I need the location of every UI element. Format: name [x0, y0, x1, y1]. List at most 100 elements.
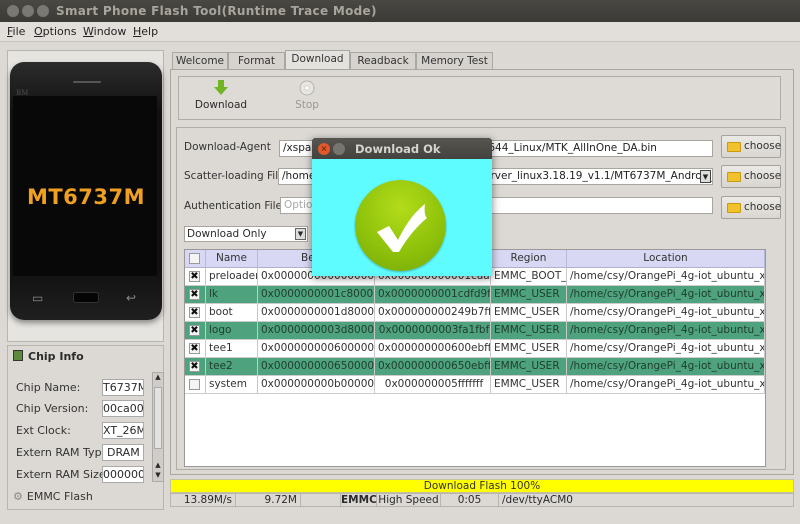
- choose-label: choose: [744, 140, 782, 152]
- status-speed: 13.89M/s: [171, 494, 236, 507]
- cell-begin: 0x0000000006000000: [258, 340, 375, 357]
- row-checkbox[interactable]: ✖: [189, 307, 200, 318]
- dialog-titlebar: × Download Ok: [312, 138, 492, 159]
- menu-file[interactable]: File: [7, 25, 25, 38]
- cell-location: /home/csy/OrangePi_4g-iot_ubuntu_xe...: [567, 286, 765, 303]
- chip-version-label: Chip Version:: [16, 402, 89, 415]
- chip-icon: [13, 350, 23, 361]
- cell-end: 0x0000000003fa1fbf: [375, 322, 491, 339]
- cell-end: 0x000000000249b7ff: [375, 304, 491, 321]
- col-name[interactable]: Name: [206, 250, 258, 268]
- cell-region: EMMC_BOOT_1: [491, 268, 567, 285]
- download-agent-value-tail: .644_Linux/MTK_AllInOne_DA.bin: [485, 142, 657, 154]
- ram-type-value: DRAM: [102, 444, 144, 461]
- menu-help[interactable]: Help: [133, 25, 158, 38]
- emmc-flash-title: EMMC Flash: [26, 490, 93, 503]
- cell-begin: 0x000000000b000000: [258, 376, 375, 393]
- ext-clock-value: XT_26M: [102, 422, 144, 439]
- menu-bar: File Options Window Help: [0, 22, 800, 42]
- cell-end: 0x000000000650ebff: [375, 358, 491, 375]
- download-progress-bar: Download Flash 100%: [170, 479, 794, 493]
- row-checkbox[interactable]: ✖: [189, 325, 200, 336]
- cell-region: EMMC_USER: [491, 286, 567, 303]
- download-mode-value: Download Only: [187, 228, 267, 240]
- window-titlebar: Smart Phone Flash Tool(Runtime Trace Mod…: [0, 0, 800, 22]
- stop-button-label: Stop: [295, 99, 319, 111]
- table-row[interactable]: ✖ logo 0x0000000003d80000 0x0000000003fa1fb…: [185, 322, 765, 340]
- folder-icon: [727, 142, 741, 152]
- download-mode-select[interactable]: Download Only ▼: [184, 226, 308, 242]
- tab-format[interactable]: Format: [228, 52, 285, 69]
- minimize-window-button[interactable]: [22, 5, 34, 17]
- close-window-button[interactable]: [7, 5, 19, 17]
- stop-button[interactable]: Stop: [288, 80, 326, 111]
- select-all-header[interactable]: [185, 250, 206, 268]
- cell-location: /home/csy/OrangePi_4g-iot_ubuntu_xe...: [567, 358, 765, 375]
- download-button[interactable]: Download: [192, 80, 250, 111]
- choose-scatter-file-button[interactable]: choose: [721, 165, 781, 188]
- cell-location: /home/csy/OrangePi_4g-iot_ubuntu_xe...: [567, 268, 765, 285]
- status-port: /dev/ttyACM0: [502, 494, 573, 506]
- cell-name: tee1: [206, 340, 258, 357]
- chevron-down-icon[interactable]: ▼: [700, 170, 711, 183]
- menu-options[interactable]: Options: [34, 25, 76, 38]
- row-checkbox-cell: ✖: [185, 322, 206, 339]
- tab-download[interactable]: Download: [285, 50, 350, 70]
- cell-name: boot: [206, 304, 258, 321]
- ext-clock-label: Ext Clock:: [16, 424, 71, 437]
- cell-name: tee2: [206, 358, 258, 375]
- chip-version-value: 00ca00: [102, 400, 144, 417]
- home-key-icon: [73, 292, 99, 303]
- tab-readback[interactable]: Readback: [350, 52, 416, 69]
- row-checkbox[interactable]: ✖: [189, 361, 200, 372]
- scrollbar-thumb[interactable]: [154, 387, 162, 449]
- row-checkbox-cell: ✖: [185, 286, 206, 303]
- col-location[interactable]: Location: [567, 250, 765, 268]
- row-checkbox[interactable]: ✖: [189, 271, 200, 282]
- select-all-checkbox[interactable]: [189, 253, 200, 264]
- dialog-body: [312, 159, 492, 276]
- scatter-value-tail: erver_linux3.18.19_v1.1/MT6737M_Android_: [484, 170, 713, 182]
- col-region[interactable]: Region: [491, 250, 567, 268]
- cell-end: 0x000000000600ebff: [375, 340, 491, 357]
- folder-icon: [727, 203, 741, 213]
- window-title: Smart Phone Flash Tool(Runtime Trace Mod…: [56, 4, 377, 18]
- cell-region: EMMC_USER: [491, 358, 567, 375]
- row-checkbox[interactable]: ✖: [189, 289, 200, 300]
- tab-memory-test[interactable]: Memory Test: [416, 52, 493, 69]
- emmc-flash-header[interactable]: ⚙ EMMC Flash: [13, 490, 93, 503]
- row-checkbox[interactable]: ✖: [189, 343, 200, 354]
- table-row[interactable]: ✖ tee1 0x0000000006000000 0x000000000600ebf…: [185, 340, 765, 358]
- maximize-window-button[interactable]: [37, 5, 49, 17]
- chevron-down-icon[interactable]: ▼: [295, 228, 306, 240]
- download-arrow-icon: [214, 80, 228, 95]
- scroll-down-icon[interactable]: ▼: [154, 471, 162, 481]
- table-row[interactable]: system 0x000000000b000000 0x000000005fffff…: [185, 376, 765, 394]
- choose-download-agent-button[interactable]: choose: [721, 135, 781, 158]
- phone-speaker: [73, 81, 101, 83]
- cell-begin: 0x0000000003d80000: [258, 322, 375, 339]
- row-checkbox-cell: [185, 376, 206, 393]
- scroll-up-icon[interactable]: ▲: [154, 373, 162, 383]
- row-checkbox[interactable]: [189, 379, 200, 390]
- table-row[interactable]: ✖ boot 0x0000000001d80000 0x000000000249b7f…: [185, 304, 765, 322]
- table-row[interactable]: ✖ lk 0x0000000001c80000 0x0000000001cdfd9f E…: [185, 286, 765, 304]
- dialog-minimize-button[interactable]: [333, 143, 345, 155]
- check-circle-icon: [355, 180, 446, 271]
- dialog-close-button[interactable]: ×: [318, 143, 330, 155]
- cell-region: EMMC_USER: [491, 322, 567, 339]
- ram-size-value: 000000: [102, 466, 144, 483]
- cell-end: 0x0000000001cdfd9f: [375, 286, 491, 303]
- cell-location: /home/csy/OrangePi_4g-iot_ubuntu_xe...: [567, 376, 765, 393]
- choose-auth-file-button[interactable]: choose: [721, 196, 781, 219]
- chip-name-value: T6737M: [102, 379, 144, 396]
- chip-info-header[interactable]: Chip Info: [13, 350, 84, 363]
- scroll-up-icon-lower[interactable]: ▲: [154, 461, 162, 471]
- tab-welcome[interactable]: Welcome: [172, 52, 228, 69]
- row-checkbox-cell: ✖: [185, 340, 206, 357]
- folder-icon: [727, 172, 741, 182]
- table-row[interactable]: ✖ tee2 0x0000000006500000 0x000000000650ebf…: [185, 358, 765, 376]
- chip-info-scrollbar[interactable]: ▲ ▲ ▼: [152, 372, 164, 482]
- scatter-file-label: Scatter-loading File: [184, 170, 285, 182]
- menu-window[interactable]: Window: [83, 25, 126, 38]
